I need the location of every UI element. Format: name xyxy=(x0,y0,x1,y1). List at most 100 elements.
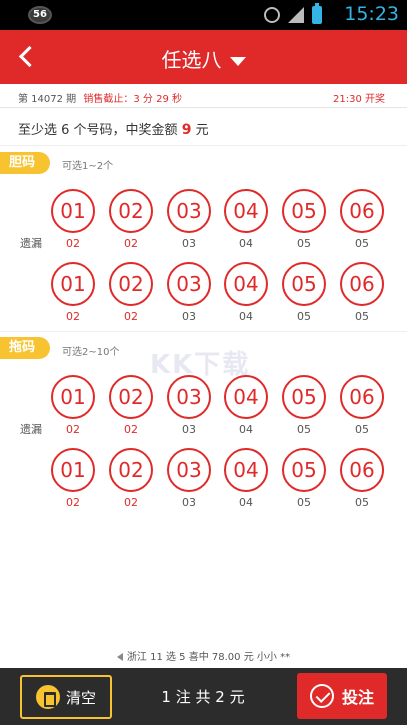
miss-label: 遗漏 xyxy=(20,237,42,250)
number-ball-cell: 04 04 xyxy=(224,262,268,323)
number-ball[interactable]: 01 xyxy=(51,189,95,233)
status-icons xyxy=(264,3,322,24)
app-header: 任选八 xyxy=(0,30,407,84)
number-ball[interactable]: 01 xyxy=(51,262,95,306)
miss-count: 03 xyxy=(182,423,196,436)
bottom-bar: 清空 1 注 共 2 元 投注 xyxy=(0,668,407,725)
bet-summary: 1 注 共 2 元 xyxy=(161,688,245,706)
miss-count: 02 xyxy=(66,423,80,436)
number-ball-cell: 05 05 xyxy=(282,189,326,250)
section-hint-tuo: 可选2~10个 xyxy=(62,347,120,358)
miss-count: 03 xyxy=(182,237,196,250)
draw-time: 21:30 开奖 xyxy=(333,94,385,105)
clear-label: 清空 xyxy=(65,688,96,707)
number-ball[interactable]: 02 xyxy=(109,448,153,492)
number-ball-cell: 03 03 xyxy=(167,448,211,509)
miss-count: 02 xyxy=(66,496,80,509)
play-type-selector[interactable]: 任选八 xyxy=(0,44,407,73)
miss-count: 03 xyxy=(182,496,196,509)
number-ball[interactable]: 03 xyxy=(167,189,211,233)
miss-count: 02 xyxy=(66,237,80,250)
divider xyxy=(0,145,407,146)
number-ball-cell: 03 03 xyxy=(167,375,211,436)
miss-count: 02 xyxy=(66,310,80,323)
number-ball-cell: 06 05 xyxy=(340,262,384,323)
miss-count: 04 xyxy=(239,310,253,323)
number-ball-cell: 04 04 xyxy=(224,189,268,250)
miss-count: 04 xyxy=(239,423,253,436)
watermark: KK下载 xyxy=(150,350,251,380)
miss-count: 04 xyxy=(239,237,253,250)
number-ball[interactable]: 05 xyxy=(282,448,326,492)
bet-button[interactable]: 投注 xyxy=(297,673,387,719)
section-tag-dan: 胆码 xyxy=(0,152,50,174)
number-ball-cell: 02 02 xyxy=(109,262,153,323)
number-ball[interactable]: 01 xyxy=(51,448,95,492)
miss-count: 02 xyxy=(124,496,138,509)
number-ball[interactable]: 01 xyxy=(51,375,95,419)
clock: 15:23 xyxy=(344,3,399,25)
number-ball[interactable]: 04 xyxy=(224,448,268,492)
number-ball-cell: 03 03 xyxy=(167,189,211,250)
number-ball-cell: 02 02 xyxy=(109,375,153,436)
number-ball[interactable]: 03 xyxy=(167,262,211,306)
number-ball[interactable]: 03 xyxy=(167,375,211,419)
number-ball-cell: 02 02 xyxy=(109,448,153,509)
chevron-down-icon xyxy=(229,57,246,66)
number-ball[interactable]: 02 xyxy=(109,262,153,306)
bet-label: 投注 xyxy=(341,688,374,707)
number-ball[interactable]: 03 xyxy=(167,448,211,492)
section-tag-tuo: 拖码 xyxy=(0,337,50,359)
issue-info: 第 14072 期 销售截止：3 分 29 秒 xyxy=(18,90,182,105)
issue-info-bar: 第 14072 期 销售截止：3 分 29 秒 21:30 开奖 xyxy=(0,84,407,108)
miss-count: 02 xyxy=(124,310,138,323)
number-ball[interactable]: 06 xyxy=(340,262,384,306)
number-ball[interactable]: 06 xyxy=(340,448,384,492)
miss-count: 05 xyxy=(355,496,369,509)
number-ball-cell: 05 05 xyxy=(282,262,326,323)
number-ball[interactable]: 04 xyxy=(224,262,268,306)
number-ball-cell: 01 02 xyxy=(51,448,95,509)
speaker-icon xyxy=(116,653,123,661)
number-ball[interactable]: 02 xyxy=(109,375,153,419)
number-ball-cell: 06 05 xyxy=(340,375,384,436)
number-ball[interactable]: 05 xyxy=(282,262,326,306)
status-bar: 56 15:23 xyxy=(0,0,407,30)
tip-suffix: 元 xyxy=(195,123,209,138)
number-ball[interactable]: 05 xyxy=(282,189,326,233)
clear-button[interactable]: 清空 xyxy=(20,675,112,719)
sale-deadline: 销售截止：3 分 29 秒 xyxy=(83,94,182,105)
number-ball-cell: 03 03 xyxy=(167,262,211,323)
number-ball[interactable]: 04 xyxy=(224,189,268,233)
number-ball-cell: 04 04 xyxy=(224,375,268,436)
winning-ticker-text: 浙江 11 选 5 喜中 78.00 元 小小 ** xyxy=(126,652,291,663)
number-ball-cell: 05 05 xyxy=(282,375,326,436)
miss-count: 05 xyxy=(355,310,369,323)
number-ball[interactable]: 06 xyxy=(340,375,384,419)
number-ball-cell: 04 04 xyxy=(224,448,268,509)
alarm-icon xyxy=(264,7,280,23)
miss-count: 05 xyxy=(355,237,369,250)
section-hint-dan: 可选1~2个 xyxy=(62,161,114,172)
notification-badge: 56 xyxy=(28,6,52,24)
divider xyxy=(0,331,407,332)
number-ball-cell: 01 02 xyxy=(51,189,95,250)
number-ball[interactable]: 04 xyxy=(224,375,268,419)
number-ball[interactable]: 06 xyxy=(340,189,384,233)
number-ball[interactable]: 05 xyxy=(282,375,326,419)
number-ball-cell: 01 02 xyxy=(51,375,95,436)
trash-icon xyxy=(35,685,60,709)
miss-count: 05 xyxy=(355,423,369,436)
miss-count: 05 xyxy=(297,496,311,509)
miss-count: 03 xyxy=(182,310,196,323)
battery-icon xyxy=(312,3,322,24)
miss-count: 02 xyxy=(124,237,138,250)
winning-ticker: 浙江 11 选 5 喜中 78.00 元 小小 ** xyxy=(0,648,407,668)
check-icon xyxy=(309,684,334,708)
miss-count: 05 xyxy=(297,423,311,436)
number-ball-cell: 06 05 xyxy=(340,448,384,509)
page-title: 任选八 xyxy=(161,48,222,72)
number-ball[interactable]: 02 xyxy=(109,189,153,233)
miss-count: 02 xyxy=(124,423,138,436)
tip-prefix: 至少选 6 个号码，中奖金额 xyxy=(18,123,178,138)
